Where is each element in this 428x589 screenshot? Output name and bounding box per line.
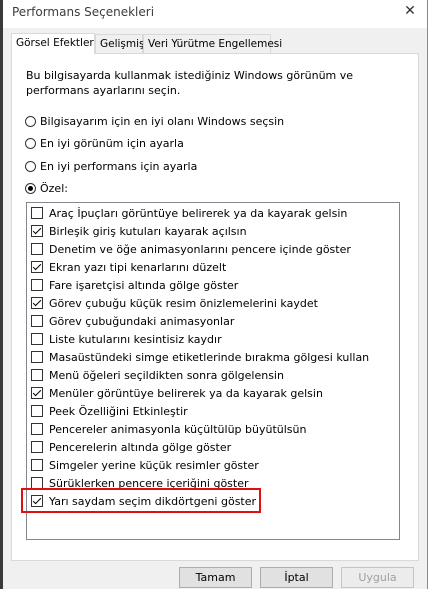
list-item[interactable]: Menü öğeleri seçildikten sonra gölgelens… (31, 368, 284, 386)
ok-button[interactable]: Tamam (179, 567, 252, 588)
list-item[interactable]: Görev çubuğundaki animasyonlar (31, 314, 234, 332)
radio-label: Bilgisayarım için en iyi olanı Windows s… (40, 115, 285, 128)
list-item-label: Pencereler animasyonla küçültülüp büyütü… (49, 423, 307, 436)
cancel-button[interactable]: İptal (260, 567, 333, 588)
list-item-label: Masaüstündeki simge etiketlerinde bırakm… (49, 351, 370, 364)
window-title: Performans Seçenekleri (12, 5, 155, 19)
list-item-label: Pencerelerin altında gölge göster (49, 441, 232, 454)
list-item[interactable]: Fare işaretçisi altında gölge göster (31, 278, 238, 296)
list-item-label: Birleşik giriş kutuları kayarak açılsın (49, 225, 247, 238)
list-item[interactable]: Pencereler animasyonla küçültülüp büyütü… (31, 422, 306, 440)
list-item[interactable]: Menüler görüntüye belirerek ya da kayara… (31, 386, 323, 404)
intro-text: Bu bilgisayarda kullanmak istediğiniz Wi… (26, 69, 354, 97)
radio-best-for-computer[interactable]: Bilgisayarım için en iyi olanı Windows s… (25, 114, 284, 130)
tab-data-execution-prevention[interactable]: Veri Yürütme Engellemesi (143, 34, 282, 53)
list-item[interactable]: Görev çubuğu küçük resim önizlemelerini … (31, 296, 318, 314)
checkbox[interactable] (31, 351, 43, 363)
checkbox[interactable] (31, 207, 43, 219)
checkbox[interactable] (31, 387, 43, 399)
list-item[interactable]: Masaüstündeki simge etiketlerinde bırakm… (31, 350, 369, 368)
apply-button[interactable]: Uygula (341, 567, 414, 588)
radio-label: En iyi görünüm için ayarla (40, 137, 184, 150)
list-item-label: Görev çubuğu küçük resim önizlemelerini … (49, 297, 318, 310)
list-item-label: Araç İpuçları görüntüye belirerek ya da … (49, 207, 348, 220)
checkbox[interactable] (31, 225, 43, 237)
checkbox[interactable] (31, 261, 43, 273)
checkbox[interactable] (31, 441, 43, 453)
list-item-label: Simgeler yerine küçük resimler göster (49, 459, 259, 472)
tab-advanced[interactable]: Gelişmiş (95, 34, 145, 53)
checkbox[interactable] (31, 405, 43, 417)
list-item-label: Peek Özelliğini Etkinleştir (49, 405, 188, 418)
checkbox[interactable] (31, 333, 43, 345)
list-item[interactable]: Denetim ve öğe animasyonlarını pencere i… (31, 242, 351, 260)
radio-label: Özel: (40, 182, 68, 195)
radio-best-performance[interactable]: En iyi performans için ayarla (25, 159, 197, 175)
checkbox[interactable] (31, 297, 43, 309)
list-item-label: Fare işaretçisi altında gölge göster (49, 279, 239, 292)
list-item[interactable]: Simgeler yerine küçük resimler göster (31, 458, 259, 476)
list-item[interactable]: Birleşik giriş kutuları kayarak açılsın (31, 224, 247, 242)
checkbox[interactable] (31, 279, 43, 291)
list-item[interactable]: Araç İpuçları görüntüye belirerek ya da … (31, 206, 347, 224)
list-item-label: Görev çubuğundaki animasyonlar (49, 315, 235, 328)
list-item-label: Menü öğeleri seçildikten sonra gölgelens… (49, 369, 284, 382)
list-item-label: Denetim ve öğe animasyonlarını pencere i… (49, 243, 351, 256)
radio-label: En iyi performans için ayarla (40, 160, 198, 173)
list-item-label: Liste kutularını kesintisiz kaydır (49, 333, 222, 346)
radio-button[interactable] (25, 183, 36, 194)
radio-button[interactable] (25, 161, 36, 172)
radio-best-appearance[interactable]: En iyi görünüm için ayarla (25, 136, 184, 152)
list-item[interactable]: Pencerelerin altında gölge göster (31, 440, 231, 458)
highlight-box (21, 488, 261, 513)
title-bar[interactable]: Performans Seçenekleri ✕ (3, 0, 427, 28)
list-item[interactable]: Liste kutularını kesintisiz kaydır (31, 332, 222, 350)
list-item[interactable]: Ekran yazı tipi kenarlarını düzelt (31, 260, 226, 278)
radio-button[interactable] (25, 138, 36, 149)
list-item[interactable]: Peek Özelliğini Etkinleştir (31, 404, 188, 422)
tab-visual-effects[interactable]: Görsel Efektler (11, 33, 95, 54)
checkbox[interactable] (31, 459, 43, 471)
list-item-label: Ekran yazı tipi kenarlarını düzelt (49, 261, 227, 274)
checkbox[interactable] (31, 423, 43, 435)
checkbox[interactable] (31, 243, 43, 255)
radio-custom[interactable]: Özel: (25, 181, 68, 197)
close-icon[interactable]: ✕ (395, 0, 425, 24)
checkbox[interactable] (31, 369, 43, 381)
checkbox[interactable] (31, 315, 43, 327)
list-item-label: Menüler görüntüye belirerek ya da kayara… (49, 387, 323, 400)
radio-button[interactable] (25, 116, 36, 127)
